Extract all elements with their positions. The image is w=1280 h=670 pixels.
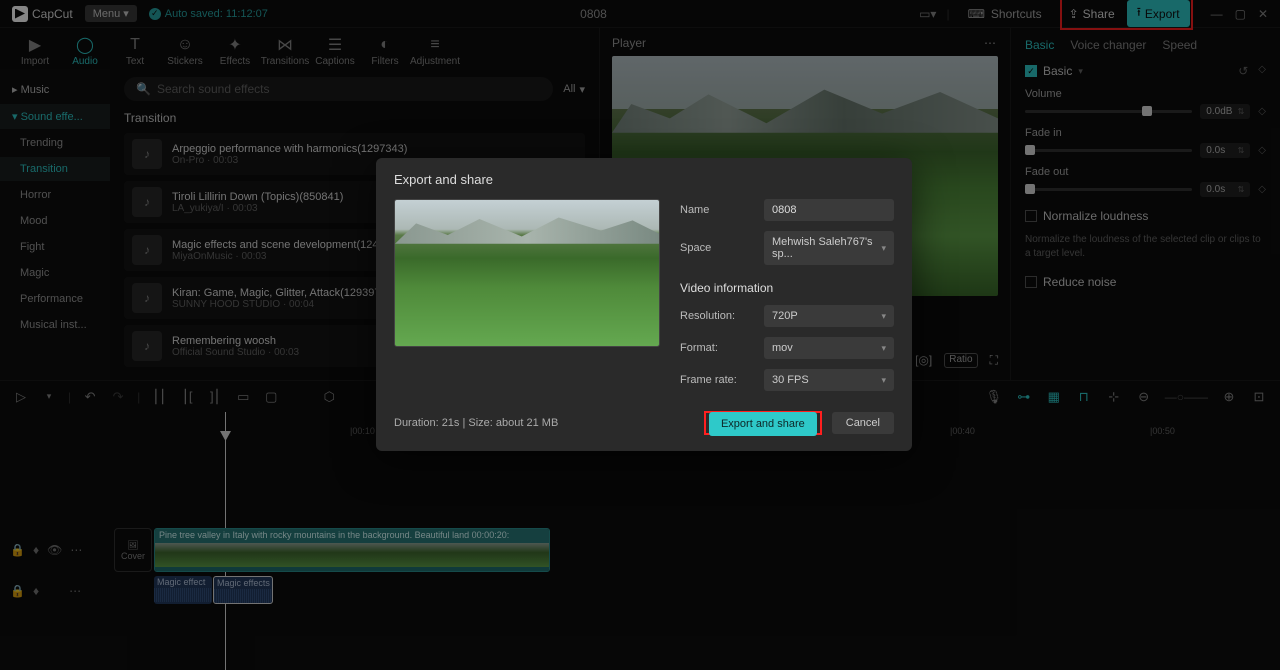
resolution-label: Resolution: (680, 310, 756, 322)
export-and-share-button[interactable]: Export and share (709, 412, 817, 436)
export-modal: Export and share Name 0808 Space Mehwish… (376, 158, 912, 451)
chevron-down-icon: ▾ (881, 311, 886, 322)
space-label: Space (680, 242, 756, 254)
space-select[interactable]: Mehwish Saleh767's sp...▾ (764, 231, 894, 265)
duration-text: Duration: 21s | Size: about 21 MB (394, 417, 558, 429)
video-info-label: Video information (680, 281, 894, 295)
export-thumbnail (394, 199, 660, 347)
name-input[interactable]: 0808 (764, 199, 894, 221)
modal-title: Export and share (394, 172, 894, 187)
framerate-select[interactable]: 30 FPS▾ (764, 369, 894, 391)
cancel-button[interactable]: Cancel (832, 412, 894, 434)
resolution-select[interactable]: 720P▾ (764, 305, 894, 327)
chevron-down-icon: ▾ (881, 243, 886, 254)
highlight-export-share: Export and share (704, 411, 822, 435)
name-label: Name (680, 204, 756, 216)
chevron-down-icon: ▾ (881, 343, 886, 354)
chevron-down-icon: ▾ (881, 375, 886, 386)
format-label: Format: (680, 342, 756, 354)
format-select[interactable]: mov▾ (764, 337, 894, 359)
framerate-label: Frame rate: (680, 374, 756, 386)
